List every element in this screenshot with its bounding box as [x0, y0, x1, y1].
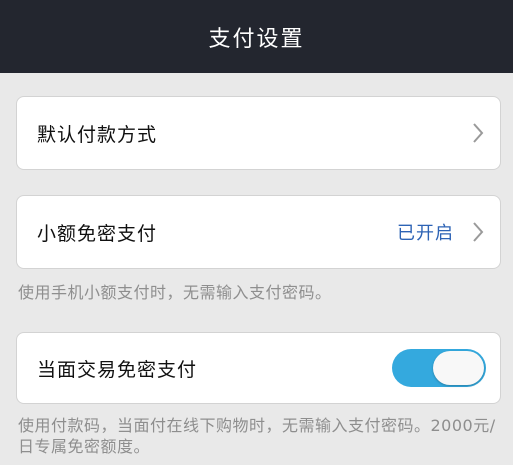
default-payment-label: 默认付款方式: [37, 123, 158, 146]
small-pay-hint: 使用手机小额支付时，无需输入支付密码。: [18, 283, 332, 302]
chevron-right-icon: [472, 221, 484, 243]
f2f-pay-hint: 使用付款码，当面付在线下购物时，无需输入支付密码。2000元/日专属免密额度。: [18, 416, 496, 456]
f2f-pay-row: 当面交易免密支付: [16, 332, 501, 404]
f2f-pay-toggle[interactable]: [392, 349, 486, 387]
small-pay-row[interactable]: 小额免密支付 已开启: [16, 195, 501, 269]
f2f-pay-label: 当面交易免密支付: [37, 358, 198, 381]
small-pay-label: 小额免密支付: [37, 222, 158, 245]
title-bar: 支付设置: [0, 0, 513, 73]
toggle-knob: [433, 351, 484, 385]
page-title: 支付设置: [208, 26, 305, 52]
chevron-right-icon: [472, 122, 484, 144]
default-payment-row[interactable]: 默认付款方式: [16, 96, 501, 170]
small-pay-status: 已开启: [397, 223, 454, 244]
